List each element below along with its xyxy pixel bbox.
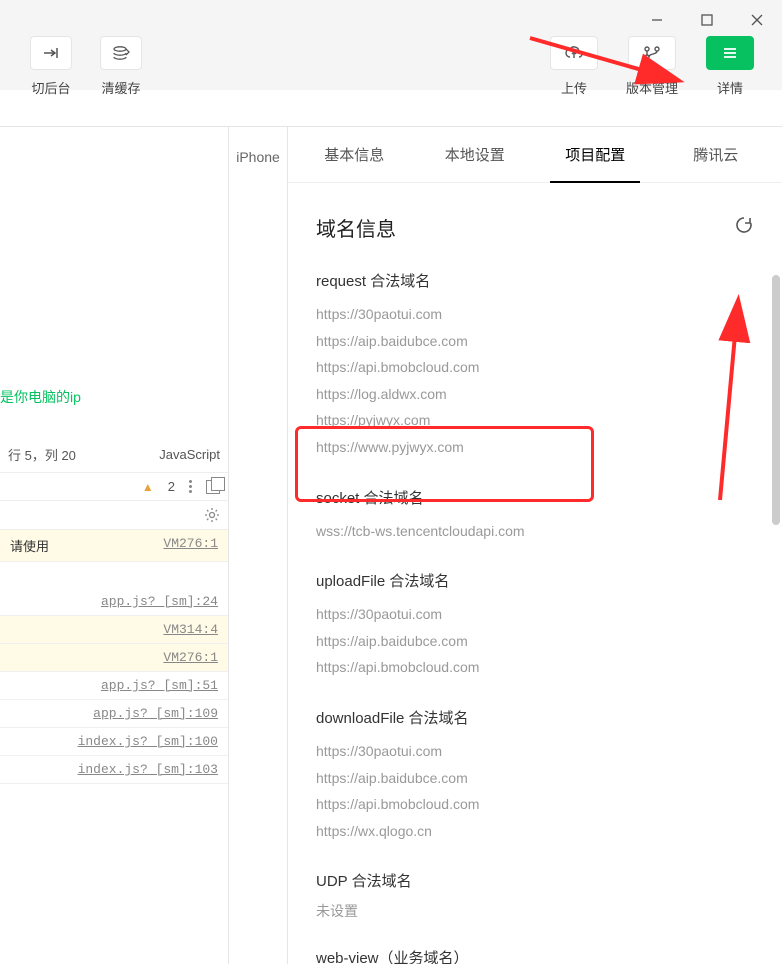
tab-tencent[interactable]: 腾讯云 (656, 127, 777, 182)
console-row[interactable]: app.js? [sm]:51 (0, 672, 228, 700)
close-button[interactable] (732, 0, 782, 40)
upload-domain-label: uploadFile 合法域名 (316, 570, 754, 591)
language-label: JavaScript (159, 447, 220, 462)
console-row[interactable]: app.js? [sm]:109 (0, 700, 228, 728)
webview-domain-label: web-view（业务域名） (316, 947, 754, 964)
console-toolbar: ▲ 2 (0, 473, 228, 501)
warning-icon: ▲ (142, 480, 154, 494)
tab-basic[interactable]: 基本信息 (294, 127, 415, 182)
tab-project[interactable]: 项目配置 (535, 127, 656, 182)
console-link[interactable]: VM314:4 (163, 622, 218, 637)
device-label: iPhone (229, 127, 288, 964)
console-link[interactable]: app.js? [sm]:24 (101, 594, 218, 609)
cloud-upload-icon (564, 45, 584, 61)
domain-item: wss://tcb-ws.tencentcloudapi.com (316, 518, 754, 545)
clear-cache-label: 清缓存 (101, 78, 140, 97)
kebab-icon[interactable] (189, 480, 192, 493)
version-mgmt-label: 版本管理 (626, 78, 678, 97)
cursor-position: 行 5，列 20 (8, 445, 76, 464)
minimize-button[interactable] (632, 0, 682, 40)
details-label: 详情 (717, 78, 743, 97)
console-link[interactable]: VM276:1 (163, 650, 218, 665)
ip-text: 是你电脑的ip (0, 127, 228, 407)
domain-item: https://api.bmobcloud.com (316, 354, 754, 381)
console-row[interactable]: 请使用 VM276:1 (0, 530, 228, 562)
socket-domain-label: socket 合法域名 (316, 487, 754, 508)
details-button[interactable] (706, 36, 754, 70)
domain-item: https://aip.baidubce.com (316, 328, 754, 355)
panel-toggle-icon[interactable] (206, 480, 220, 494)
console-row[interactable]: VM314:4 (0, 616, 228, 644)
tab-local[interactable]: 本地设置 (415, 127, 536, 182)
domain-item: https://api.bmobcloud.com (316, 791, 754, 818)
editor-pane: 是你电脑的ip 行 5，列 20 JavaScript ▲ 2 请使用 VM27… (0, 127, 229, 964)
warning-count: 2 (168, 479, 175, 494)
refresh-icon[interactable] (734, 215, 754, 241)
gear-icon[interactable] (204, 507, 220, 523)
console-link[interactable]: app.js? [sm]:109 (93, 706, 218, 721)
domain-item: https://30paotui.com (316, 601, 754, 628)
editor-status-bar: 行 5，列 20 JavaScript (0, 437, 228, 473)
request-domain-label: request 合法域名 (316, 270, 754, 291)
upload-label: 上传 (561, 78, 587, 97)
console-row[interactable]: index.js? [sm]:100 (0, 728, 228, 756)
domain-item: https://30paotui.com (316, 738, 754, 765)
console: 请使用 VM276:1 app.js? [sm]:24 VM314:4 VM27… (0, 530, 228, 784)
switch-bg-button[interactable] (30, 36, 72, 70)
branch-icon (642, 45, 662, 61)
console-link[interactable]: VM276:1 (163, 536, 218, 555)
details-panel: 基本信息 本地设置 项目配置 腾讯云 域名信息 request 合法域名 htt… (288, 127, 782, 964)
domain-item: https://api.bmobcloud.com (316, 654, 754, 681)
switch-bg-icon (42, 46, 60, 60)
maximize-button[interactable] (682, 0, 732, 40)
console-row[interactable]: index.js? [sm]:103 (0, 756, 228, 784)
domain-item: https://aip.baidubce.com (316, 765, 754, 792)
domain-item: https://log.aldwx.com (316, 381, 754, 408)
console-text: 请使用 (10, 536, 49, 555)
section-title: 域名信息 (316, 213, 396, 242)
upload-button[interactable] (550, 36, 598, 70)
console-row[interactable]: VM276:1 (0, 644, 228, 672)
domain-item: https://www.pyjwyx.com (316, 434, 754, 461)
domain-item: https://aip.baidubce.com (316, 628, 754, 655)
version-mgmt-button[interactable] (628, 36, 676, 70)
layers-icon (112, 45, 130, 61)
domain-item: https://30paotui.com (316, 301, 754, 328)
domain-item: https://wx.qlogo.cn (316, 818, 754, 845)
switch-bg-label: 切后台 (31, 78, 70, 97)
download-domain-label: downloadFile 合法域名 (316, 707, 754, 728)
scrollbar[interactable] (772, 275, 780, 525)
console-row[interactable]: app.js? [sm]:24 (0, 588, 228, 616)
console-link[interactable]: index.js? [sm]:103 (78, 762, 218, 777)
tabs: 基本信息 本地设置 项目配置 腾讯云 (288, 127, 782, 183)
console-link[interactable]: index.js? [sm]:100 (78, 734, 218, 749)
menu-icon (721, 46, 739, 60)
domain-item: https://pyjwyx.com (316, 407, 754, 434)
udp-domain-label: UDP 合法域名 (316, 870, 754, 891)
unset-label: 未设置 (316, 901, 754, 921)
clear-cache-button[interactable] (100, 36, 142, 70)
console-link[interactable]: app.js? [sm]:51 (101, 678, 218, 693)
